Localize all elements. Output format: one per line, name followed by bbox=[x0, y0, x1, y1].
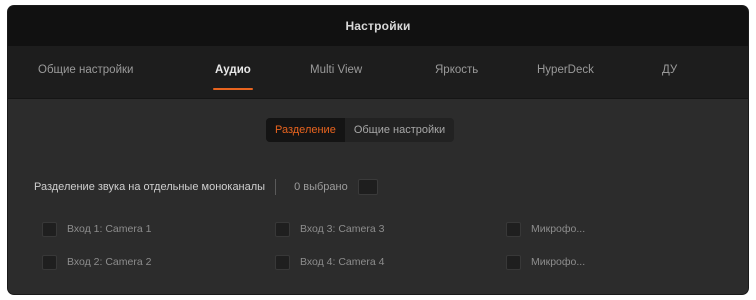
tab-hyperdeck[interactable]: HyperDeck bbox=[537, 64, 594, 88]
audio-segment-control: Разделение Общие настройки bbox=[266, 118, 455, 142]
checkbox[interactable] bbox=[275, 254, 290, 270]
checkbox[interactable] bbox=[506, 221, 521, 237]
checkbox[interactable] bbox=[506, 254, 521, 270]
tab-audio[interactable]: Аудио bbox=[213, 64, 253, 90]
channel-checkbox-input-1[interactable]: Вход 1: Camera 1 bbox=[42, 221, 151, 237]
checkbox[interactable] bbox=[42, 221, 57, 237]
channel-checkbox-input-4[interactable]: Вход 4: Camera 4 bbox=[275, 254, 384, 270]
tab-multiview[interactable]: Multi View bbox=[310, 64, 362, 88]
split-mono-label: Разделение звука на отдельные моноканалы bbox=[34, 181, 266, 193]
channel-checkbox-input-3[interactable]: Вход 3: Camera 3 bbox=[275, 221, 384, 237]
channel-label: Вход 3: Camera 3 bbox=[300, 223, 385, 235]
divider bbox=[275, 179, 277, 195]
tab-brightness[interactable]: Яркость bbox=[435, 64, 478, 88]
settings-window: Настройки Общие настройки Аудио Multi Vi… bbox=[8, 6, 748, 294]
checkbox[interactable] bbox=[275, 221, 290, 237]
channel-label: Микрофо... bbox=[531, 223, 586, 235]
tab-remote[interactable]: ДУ bbox=[662, 64, 677, 88]
channel-label: Вход 4: Camera 4 bbox=[300, 256, 385, 268]
segment-general[interactable]: Общие настройки bbox=[345, 118, 454, 142]
selected-count: 0 выбрано bbox=[294, 181, 348, 193]
title-bar: Настройки bbox=[8, 6, 748, 46]
channel-checkbox-input-2[interactable]: Вход 2: Camera 2 bbox=[42, 254, 151, 270]
segment-split[interactable]: Разделение bbox=[266, 118, 345, 142]
channel-label: Вход 2: Camera 2 bbox=[67, 256, 152, 268]
tab-bar: Общие настройки Аудио Multi View Яркость… bbox=[8, 46, 748, 99]
select-all-checkbox[interactable] bbox=[357, 179, 378, 195]
checkbox[interactable] bbox=[42, 254, 57, 270]
channel-checkbox-mic-2[interactable]: Микрофо... bbox=[506, 254, 585, 270]
split-mono-row: Разделение звука на отдельные моноканалы… bbox=[34, 176, 378, 198]
channel-label: Вход 1: Camera 1 bbox=[67, 223, 152, 235]
channel-checkbox-mic-1[interactable]: Микрофо... bbox=[506, 221, 585, 237]
channel-label: Микрофо... bbox=[531, 256, 586, 268]
tab-general[interactable]: Общие настройки bbox=[38, 64, 133, 88]
window-title: Настройки bbox=[345, 19, 411, 33]
